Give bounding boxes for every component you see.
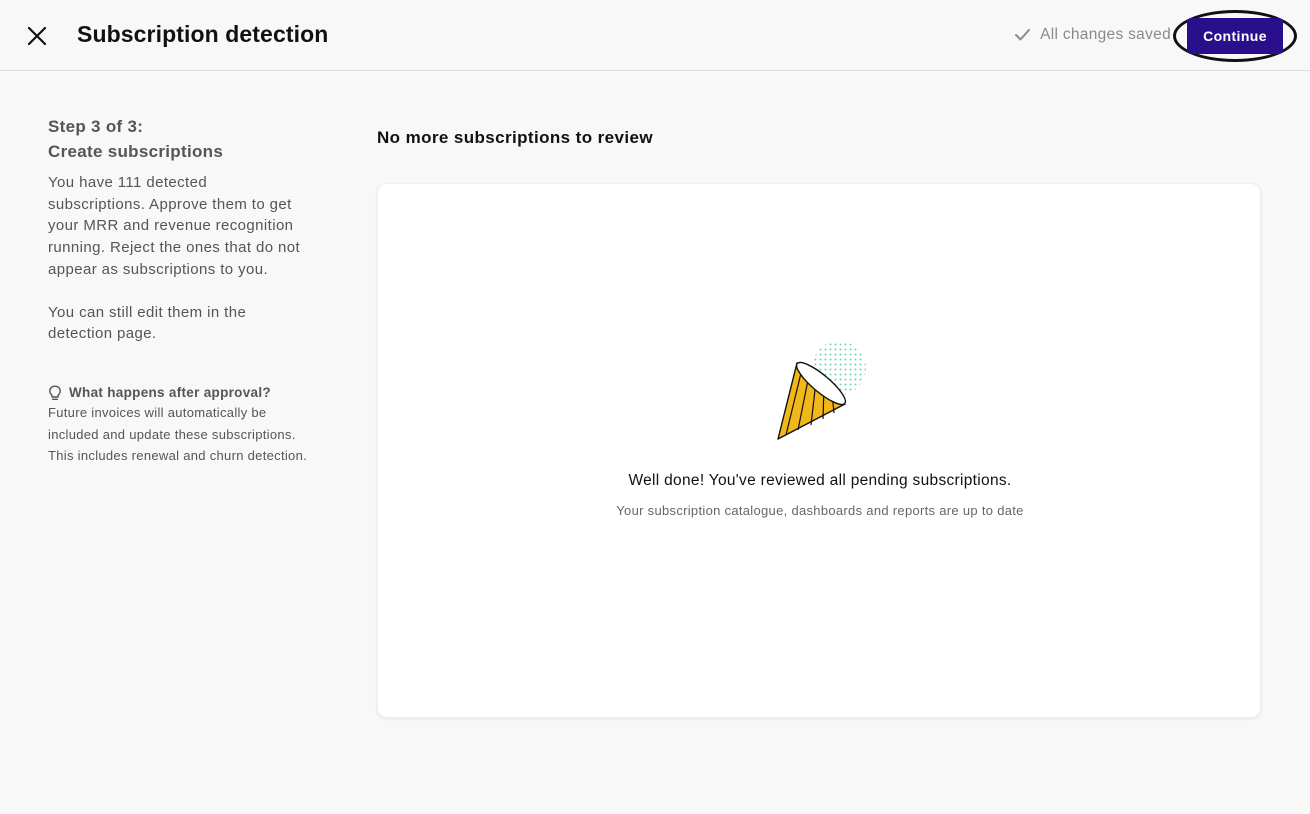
step-indicator: Step 3 of 3:: [48, 117, 144, 136]
review-heading: No more subscriptions to review: [377, 128, 653, 147]
empty-state-title: Well done! You've reviewed all pending s…: [628, 472, 1012, 489]
check-icon: [1015, 29, 1031, 41]
page-title: Subscription detection: [77, 21, 329, 47]
close-icon: [27, 26, 47, 46]
empty-state-card: Well done! You've reviewed all pending s…: [377, 183, 1261, 718]
approval-body: Future invoices will automatically be in…: [48, 404, 308, 464]
save-status: All changes saved: [1014, 26, 1171, 44]
approval-heading-row: What happens after approval?: [48, 385, 308, 401]
party-hat-icon: [768, 341, 868, 442]
save-status-label: All changes saved: [1040, 26, 1171, 43]
step-title: Create subscriptions: [48, 142, 224, 161]
empty-state-subtitle: Your subscription catalogue, dashboards …: [616, 503, 1024, 518]
step-sidebar: Step 3 of 3: Create subscriptions You ha…: [48, 114, 308, 467]
step-description: You have 111 detected subscriptions. App…: [48, 174, 301, 278]
continue-button[interactable]: Continue: [1187, 18, 1283, 54]
top-bar: Subscription detection All changes saved…: [0, 0, 1310, 71]
close-button[interactable]: [22, 21, 52, 51]
approval-info: What happens after approval? Future invo…: [48, 385, 308, 467]
lightbulb-icon: [49, 385, 61, 400]
approval-heading: What happens after approval?: [69, 385, 271, 401]
step-description-edit-note: You can still edit them in the detection…: [48, 303, 247, 343]
